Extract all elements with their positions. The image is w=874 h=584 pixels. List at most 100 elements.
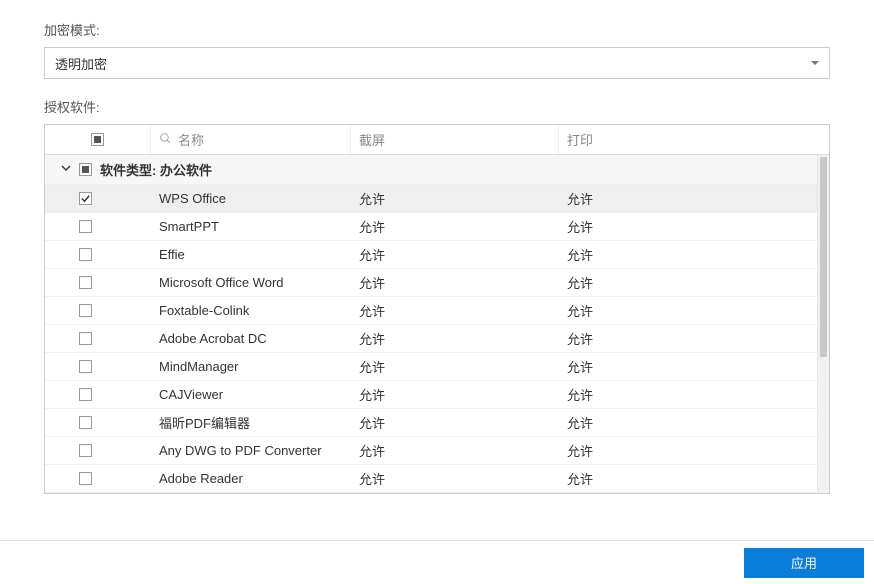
row-checkbox[interactable] [79,444,92,457]
row-print-cell: 允许 [559,437,829,464]
header-screen-cell[interactable]: 截屏 [351,125,559,154]
row-name-label: 福昕PDF编辑器 [159,413,250,432]
row-screen-cell: 允许 [351,353,559,380]
row-name-cell: CAJViewer [151,381,351,408]
scrollbar-thumb[interactable] [820,157,827,357]
row-screen-value: 允许 [359,245,385,264]
row-print-cell: 允许 [559,241,829,268]
row-screen-cell: 允许 [351,325,559,352]
row-print-cell: 允许 [559,185,829,212]
apply-button[interactable]: 应用 [744,548,864,578]
table-row[interactable]: WPS Office 允许允许 [45,185,829,213]
table-row[interactable]: Any DWG to PDF Converter 允许 允许 [45,437,829,465]
row-screen-cell: 允许 [351,409,559,436]
row-screen-cell: 允许 [351,297,559,324]
table-body: 软件类型: 办公软件 WPS Office允许允许SmartPPT允许允许Eff… [45,155,829,493]
header-name-label: 名称 [178,130,204,149]
row-print-value: 允许 [567,301,593,320]
select-all-checkbox[interactable] [91,133,104,146]
encryption-mode-select[interactable]: 透明加密 [44,47,830,79]
table-row[interactable]: Foxtable-Colink 允许 允许 [45,297,829,325]
row-checkbox-cell [45,297,151,324]
table-row[interactable]: SmartPPT 允许 允许 [45,213,829,241]
row-print-value: 允许 [567,329,593,348]
row-name-label: Any DWG to PDF Converter [159,443,322,458]
row-screen-cell: 允许 [351,213,559,240]
row-checkbox-cell [45,437,151,464]
row-checkbox[interactable] [79,472,92,485]
header-print-cell[interactable]: 打印 [559,125,829,154]
row-print-value: 允许 [567,469,593,488]
row-checkbox[interactable] [79,192,92,205]
row-checkbox[interactable] [79,332,92,345]
row-screen-cell: 允许 [351,381,559,408]
row-checkbox[interactable] [79,276,92,289]
row-print-value: 允许 [567,189,593,208]
group-row[interactable]: 软件类型: 办公软件 [45,155,829,185]
group-checkbox[interactable] [79,163,92,176]
row-checkbox-cell [45,241,151,268]
row-name-cell: SmartPPT [151,213,351,240]
table-header: 名称 截屏 打印 [45,125,829,155]
software-table: 名称 截屏 打印 软件类型: 办公软件 WPS Office允许允许SmartP… [44,124,830,494]
row-print-cell: 允许 [559,465,829,492]
chevron-down-icon [811,61,819,65]
row-name-label: Adobe Reader [159,471,243,486]
row-name-label: SmartPPT [159,219,219,234]
encryption-mode-value: 透明加密 [55,54,107,73]
table-row[interactable]: 福昕PDF编辑器 允许允许 [45,409,829,437]
row-checkbox[interactable] [79,220,92,233]
row-print-value: 允许 [567,245,593,264]
row-checkbox[interactable] [79,388,92,401]
row-screen-cell: 允许 [351,465,559,492]
row-checkbox-cell [45,381,151,408]
table-row[interactable]: Adobe Reader 允许 允许 [45,465,829,493]
table-row[interactable]: MindManager 允许 允许 [45,353,829,381]
row-checkbox[interactable] [79,304,92,317]
table-row[interactable]: CAJViewer 允许 允许 [45,381,829,409]
header-print-label: 打印 [567,130,593,149]
row-print-cell: 允许 [559,353,829,380]
row-screen-value: 允许 [359,301,385,320]
row-name-label: Microsoft Office Word [159,275,284,290]
row-print-value: 允许 [567,217,593,236]
row-print-value: 允许 [567,413,593,432]
row-name-cell: 福昕PDF编辑器 [151,409,351,436]
row-name-cell: MindManager [151,353,351,380]
row-checkbox-cell [45,409,151,436]
table-row[interactable]: Microsoft Office Word允许允许 [45,269,829,297]
header-checkbox-cell [45,125,151,154]
row-checkbox[interactable] [79,360,92,373]
group-label: 软件类型: 办公软件 [100,160,212,179]
row-checkbox[interactable] [79,248,92,261]
row-name-label: MindManager [159,359,239,374]
row-screen-cell: 允许 [351,437,559,464]
row-screen-value: 允许 [359,329,385,348]
row-checkbox-cell [45,465,151,492]
table-row[interactable]: Adobe Acrobat DC允许允许 [45,325,829,353]
row-print-cell: 允许 [559,381,829,408]
row-checkbox[interactable] [79,416,92,429]
row-screen-value: 允许 [359,441,385,460]
row-screen-value: 允许 [359,469,385,488]
row-name-cell: Foxtable-Colink [151,297,351,324]
row-screen-value: 允许 [359,217,385,236]
row-screen-value: 允许 [359,357,385,376]
row-name-cell: Effie [151,241,351,268]
row-screen-cell: 允许 [351,185,559,212]
header-name-cell[interactable]: 名称 [151,125,351,154]
row-name-cell: Microsoft Office Word [151,269,351,296]
row-checkbox-cell [45,325,151,352]
row-name-cell: Any DWG to PDF Converter [151,437,351,464]
expand-icon[interactable] [61,161,71,176]
scrollbar[interactable] [817,155,829,493]
table-row[interactable]: Effie 允许 允许 [45,241,829,269]
authorized-software-label: 授权软件: [44,97,830,116]
row-screen-value: 允许 [359,273,385,292]
row-print-value: 允许 [567,441,593,460]
row-print-value: 允许 [567,357,593,376]
row-print-cell: 允许 [559,325,829,352]
row-name-label: WPS Office [159,191,226,206]
row-screen-value: 允许 [359,385,385,404]
row-print-value: 允许 [567,385,593,404]
